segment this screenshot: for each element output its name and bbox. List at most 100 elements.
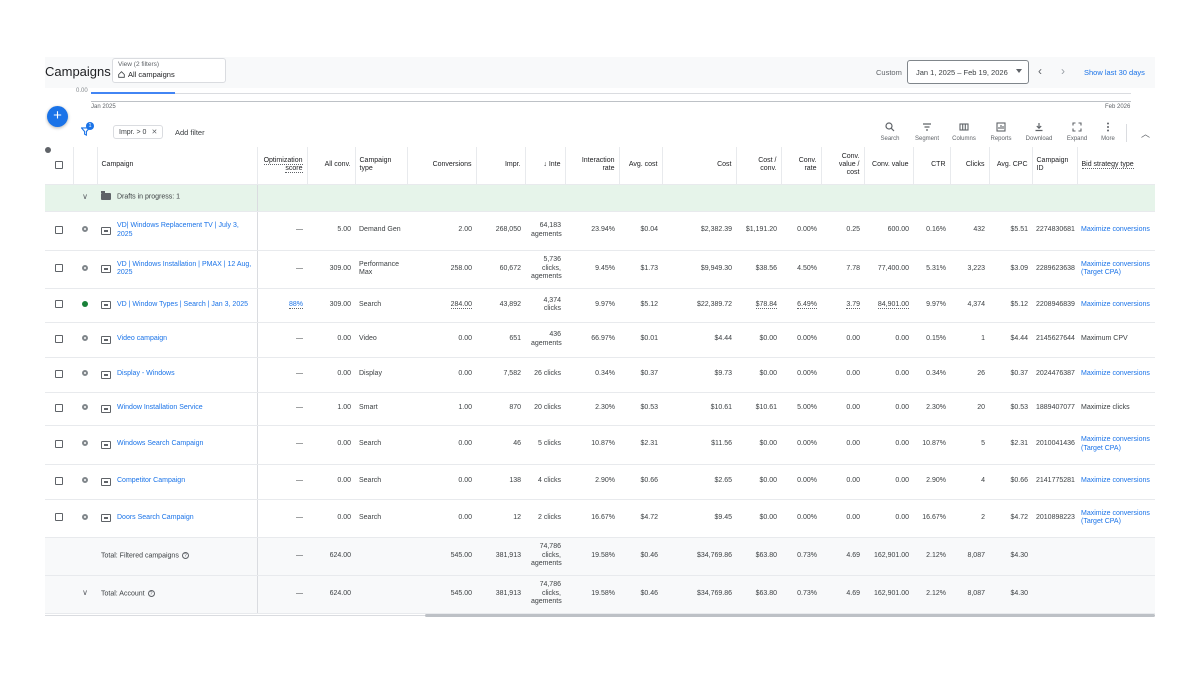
toolbar-reports-button[interactable]: Reports (983, 122, 1019, 142)
cell-bid[interactable]: Maximize clicks (1077, 392, 1155, 426)
filter-chip-impr[interactable]: Impr. > 0 ✕ (113, 125, 164, 139)
view-filter-selector[interactable]: View (2 filters) All campaigns (112, 58, 226, 83)
table-row[interactable]: Display - Windows —0.00 Display 0.00 7,582 26… (45, 357, 1155, 393)
chevron-up-icon[interactable]: ︿ (1141, 127, 1150, 140)
campaign-name-link[interactable]: VD | Window Types | Search | Jan 3, 2025 (117, 301, 248, 310)
help-icon[interactable]: ? (147, 589, 155, 597)
cell-bid[interactable]: Maximize conversions (Target CPA) (1077, 499, 1155, 538)
total-spacer (45, 575, 73, 614)
col-cost[interactable]: Cost (662, 147, 737, 185)
row-checkbox[interactable] (45, 322, 73, 358)
col-conversions[interactable]: Conversions (407, 147, 477, 185)
col-all-conv[interactable]: All conv. (307, 147, 356, 185)
row-checkbox[interactable] (45, 464, 73, 500)
filter-chip-text: Impr. > 0 (119, 129, 147, 136)
table-row[interactable]: Competitor Campaign —0.00 Search 0.00 138 4 c… (45, 464, 1155, 500)
date-range-picker[interactable]: Jan 1, 2025 – Feb 19, 2026 (907, 60, 1029, 84)
table-row[interactable]: VD | Window Types | Search | Jan 3, 2025… (45, 288, 1155, 323)
col-interactions[interactable]: ↓ Inte (525, 147, 566, 185)
table-row[interactable]: Windows Search Campaign —0.00 Search 0.00 46… (45, 425, 1155, 465)
add-filter-button[interactable]: Add filter (175, 128, 205, 137)
cell-inte: 2 clicks (525, 499, 565, 538)
col-bid-strategy-type[interactable]: Bid strategy type (1077, 147, 1155, 185)
table-row[interactable]: VD| Windows Replacement TV | July 3, 202… (45, 211, 1155, 251)
col-clicks[interactable]: Clicks (950, 147, 990, 185)
campaign-name-link[interactable]: Video campaign (117, 335, 167, 344)
cell-bid[interactable]: Maximize conversions (1077, 211, 1155, 251)
chevron-down-icon[interactable]: ∨ (82, 589, 88, 598)
cell-bid[interactable]: Maximize conversions (Target CPA) (1077, 250, 1155, 289)
col-cost-conv[interactable]: Cost / conv. (736, 147, 782, 185)
col-avg-cpc[interactable]: Avg. CPC (989, 147, 1033, 185)
total-expander[interactable]: ∨ (73, 575, 97, 614)
row-status[interactable] (73, 211, 97, 251)
table-row[interactable]: Window Installation Service —1.00 Smart 1.0… (45, 392, 1155, 426)
expand-icon (1072, 122, 1082, 132)
campaign-name-link[interactable]: Windows Search Campaign (117, 440, 203, 449)
col-impr[interactable]: Impr. (476, 147, 526, 185)
drafts-row[interactable]: ∨ Drafts in progress: 1 (45, 184, 1155, 212)
campaign-name-link[interactable]: VD| Windows Replacement TV | July 3, 202… (117, 222, 253, 239)
cell-bid[interactable]: Maximum CPV (1077, 322, 1155, 358)
row-checkbox[interactable] (45, 357, 73, 393)
row-checkbox[interactable] (45, 392, 73, 426)
row-status[interactable] (73, 392, 97, 426)
total-avg-cpc: $4.30 (989, 575, 1032, 614)
chevron-left-icon[interactable]: ‹ (1038, 65, 1042, 77)
table-row[interactable]: VD | Windows Installation | PMAX | 12 Au… (45, 250, 1155, 289)
toolbar-more-button[interactable]: More (1090, 122, 1126, 142)
row-status[interactable] (73, 425, 97, 465)
row-checkbox[interactable] (45, 499, 73, 538)
cell-avg-cost: $0.37 (619, 357, 662, 393)
row-status[interactable] (73, 322, 97, 358)
toolbar-download-button[interactable]: Download (1021, 122, 1057, 142)
horizontal-scrollbar[interactable] (425, 614, 1155, 617)
campaign-name-link[interactable]: Doors Search Campaign (117, 514, 194, 523)
col-campaign-type[interactable]: Campaign type (355, 147, 408, 185)
status-dot-icon (82, 513, 88, 520)
col-interaction-rate[interactable]: Interaction rate (565, 147, 620, 185)
row-status[interactable] (73, 288, 97, 323)
cell-bid[interactable]: Maximize conversions (Target CPA) (1077, 425, 1155, 465)
cell-cost: $9.45 (662, 499, 736, 538)
row-status[interactable] (73, 357, 97, 393)
cell-type: Smart (355, 392, 407, 426)
col-conv-value[interactable]: Conv. value (864, 147, 914, 185)
row-checkbox[interactable] (45, 425, 73, 465)
table-row[interactable]: Doors Search Campaign —0.00 Search 0.00 12 2 … (45, 499, 1155, 538)
campaign-name-link[interactable]: Display - Windows (117, 370, 175, 379)
row-status[interactable] (73, 464, 97, 500)
row-checkbox[interactable] (45, 288, 73, 323)
chevron-right-icon[interactable]: › (1061, 65, 1065, 77)
table-row[interactable]: Video campaign —0.00 Video 0.00 651 436 ageme… (45, 322, 1155, 358)
row-status[interactable] (73, 250, 97, 289)
table-header-row: Campaign Optimization score All conv. Ca… (45, 147, 1155, 185)
toolbar-columns-button[interactable]: Columns (946, 122, 982, 142)
cell-type: Search (355, 425, 407, 465)
col-conv-rate[interactable]: Conv. rate (781, 147, 822, 185)
opt-score-cell[interactable]: 88% (257, 288, 307, 323)
campaign-name-link[interactable]: VD | Windows Installation | PMAX | 12 Au… (117, 261, 253, 278)
col-avg-cost[interactable]: Avg. cost (619, 147, 663, 185)
cell-bid[interactable]: Maximize conversions (1077, 288, 1155, 323)
row-status[interactable] (73, 499, 97, 538)
campaign-name-link[interactable]: Window Installation Service (117, 404, 203, 413)
cell-bid[interactable]: Maximize conversions (1077, 464, 1155, 500)
row-checkbox[interactable] (45, 211, 73, 251)
cell-bid[interactable]: Maximize conversions (1077, 357, 1155, 393)
campaign-name-link[interactable]: Competitor Campaign (117, 477, 185, 486)
col-optimization-score[interactable]: Optimization score (257, 147, 308, 185)
toolbar-segment-button[interactable]: Segment (909, 122, 945, 142)
cell-avg-cpc: $4.44 (989, 322, 1032, 358)
col-conv-value-cost[interactable]: Conv. value / cost (821, 147, 865, 185)
row-checkbox[interactable] (45, 250, 73, 289)
toolbar-search-button[interactable]: Search (872, 122, 908, 142)
cell-all-conv: 0.00 (307, 357, 355, 393)
show-last-30-days-link[interactable]: Show last 30 days (1084, 68, 1145, 77)
close-icon[interactable]: ✕ (151, 129, 157, 136)
col-ctr[interactable]: CTR (913, 147, 951, 185)
col-campaign-id[interactable]: Campaign ID (1032, 147, 1078, 185)
chevron-down-icon[interactable]: ∨ (73, 184, 97, 212)
help-icon[interactable]: ? (181, 551, 189, 559)
col-campaign[interactable]: Campaign (97, 147, 258, 185)
